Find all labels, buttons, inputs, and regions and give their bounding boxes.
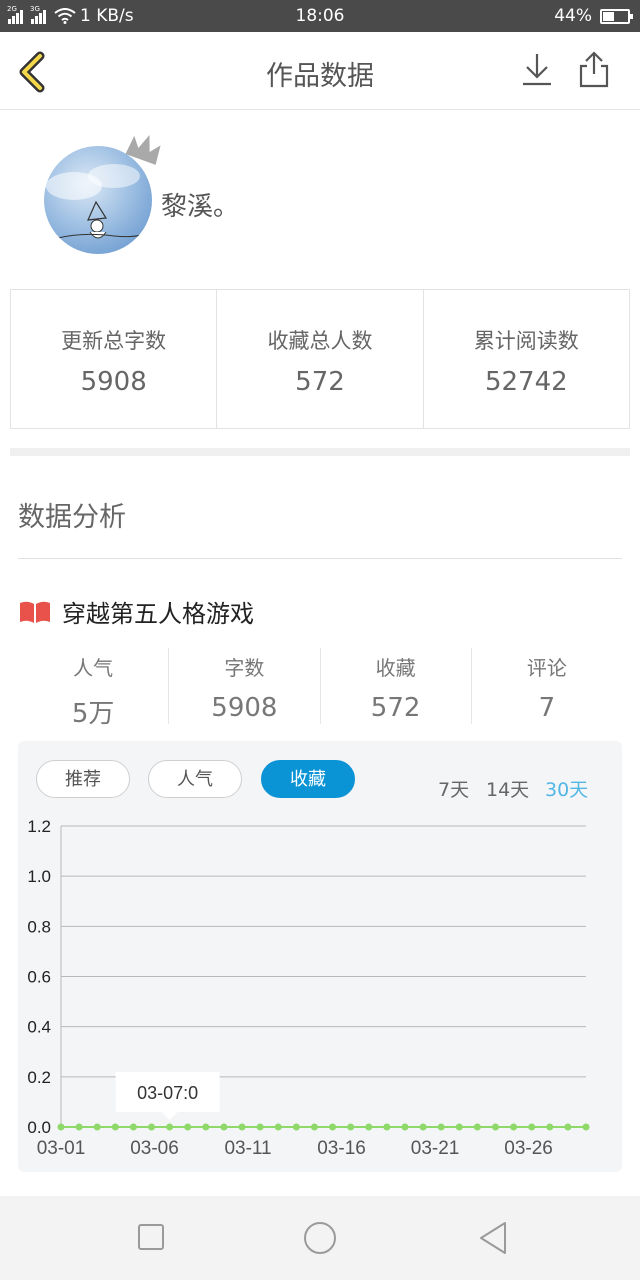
battery-icon [600,8,633,24]
data-point [473,1123,481,1131]
metric-value: 7 [538,693,556,723]
favorites-line-chart: 0.0 0.2 0.4 0.6 0.8 1.0 1.2 03-01 03-06 03-11 03-1… [27,817,590,1159]
download-icon[interactable] [517,50,557,90]
metric-label: 收藏 [375,656,416,680]
data-point [347,1123,355,1131]
data-point [129,1123,137,1131]
y-tick-label: 0.6 [27,968,51,987]
data-point [383,1123,391,1131]
section-title: 数据分析 [18,502,126,533]
data-point [528,1123,536,1131]
data-point [148,1123,156,1131]
stat-value: 52742 [484,367,568,397]
y-tick-label: 1.2 [27,817,51,836]
data-point [329,1123,337,1131]
section-divider [10,448,630,456]
y-tick-label: 0.4 [27,1018,51,1037]
data-point [401,1123,409,1131]
y-tick-label: 1.0 [27,867,51,886]
metric-favorites: 收藏 572 [321,648,472,724]
metric-label: 评论 [526,656,567,680]
data-point [256,1123,264,1131]
stat-total-reads: 累计阅读数 52742 [424,290,629,428]
x-tick-label: 03-26 [504,1138,553,1159]
x-tick-label: 03-01 [37,1138,86,1159]
data-point [419,1123,427,1131]
metric-value: 572 [370,693,421,723]
data-point [564,1123,572,1131]
summary-stats: 更新总字数 5908 收藏总人数 572 累计阅读数 52742 [10,289,630,429]
metric-words: 字数 5908 [169,648,321,724]
work-title: 穿越第五人格游戏 [62,600,254,628]
stat-total-favorites: 收藏总人数 572 [217,290,424,428]
data-point [202,1123,210,1131]
tooltip-label: 03-07:0 [137,1083,198,1103]
metric-value: 5万 [71,699,115,729]
tooltip-pointer [161,1112,178,1120]
battery-fill [603,11,614,21]
data-point [546,1123,554,1131]
battery-percent: 44% [554,6,592,26]
y-tick-label: 0.8 [27,917,51,936]
data-point [510,1123,518,1131]
stat-value: 572 [295,367,345,397]
data-point [292,1123,300,1131]
y-tick-label: 0.2 [27,1068,51,1087]
work-title-row[interactable]: 穿越第五人格游戏 [18,594,254,629]
author-name: 黎溪。 [161,192,240,222]
data-point [365,1123,373,1131]
stat-label: 累计阅读数 [473,329,579,353]
data-point [310,1123,318,1131]
data-point [111,1123,119,1131]
author-profile: 黎溪。 [0,110,640,280]
system-nav-bar [0,1196,640,1280]
metric-popularity: 人气 5万 [18,648,170,729]
data-point [238,1123,246,1131]
crown-icon [125,134,161,165]
circle-icon[interactable] [303,1221,337,1255]
open-book-icon [20,601,50,623]
y-tick-label: 0.0 [27,1118,51,1137]
status-right: 44% [554,6,633,26]
data-point [75,1123,83,1131]
stat-value: 5908 [80,367,147,397]
share-icon[interactable] [574,50,614,90]
stat-total-words: 更新总字数 5908 [11,290,218,428]
data-point [166,1123,174,1131]
status-bar: 2G 3G 1 KB/s 18:06 44% [0,0,640,32]
data-point [93,1123,101,1131]
data-point [491,1123,499,1131]
data-point [57,1123,65,1131]
data-point [437,1123,445,1131]
triangle-back-icon[interactable] [478,1221,508,1255]
x-tick-label: 03-21 [411,1138,460,1159]
metric-comments: 评论 7 [472,648,622,724]
x-tick-label: 03-11 [224,1138,271,1159]
square-icon[interactable] [138,1224,164,1250]
app-header: 作品数据 [0,32,640,110]
work-metrics: 人气 5万 字数 5908 收藏 572 评论 7 [18,648,622,729]
stat-label: 收藏总人数 [267,329,373,353]
data-point [220,1123,228,1131]
chart-panel: 推荐 人气 收藏 7天 14天 30天 0.0 0.2 0.4 0.6 0.8 1.0 1.… [18,741,622,1172]
metric-label: 字数 [224,656,265,680]
data-point [184,1123,192,1131]
data-point [455,1123,463,1131]
metric-label: 人气 [73,656,114,680]
divider [18,558,622,559]
x-tick-label: 03-06 [130,1138,179,1159]
stat-label: 更新总字数 [61,329,167,353]
data-point [582,1123,590,1131]
metric-value: 5908 [211,693,278,723]
x-tick-label: 03-16 [317,1138,366,1159]
clock: 18:06 [295,6,345,26]
data-point [274,1123,282,1131]
